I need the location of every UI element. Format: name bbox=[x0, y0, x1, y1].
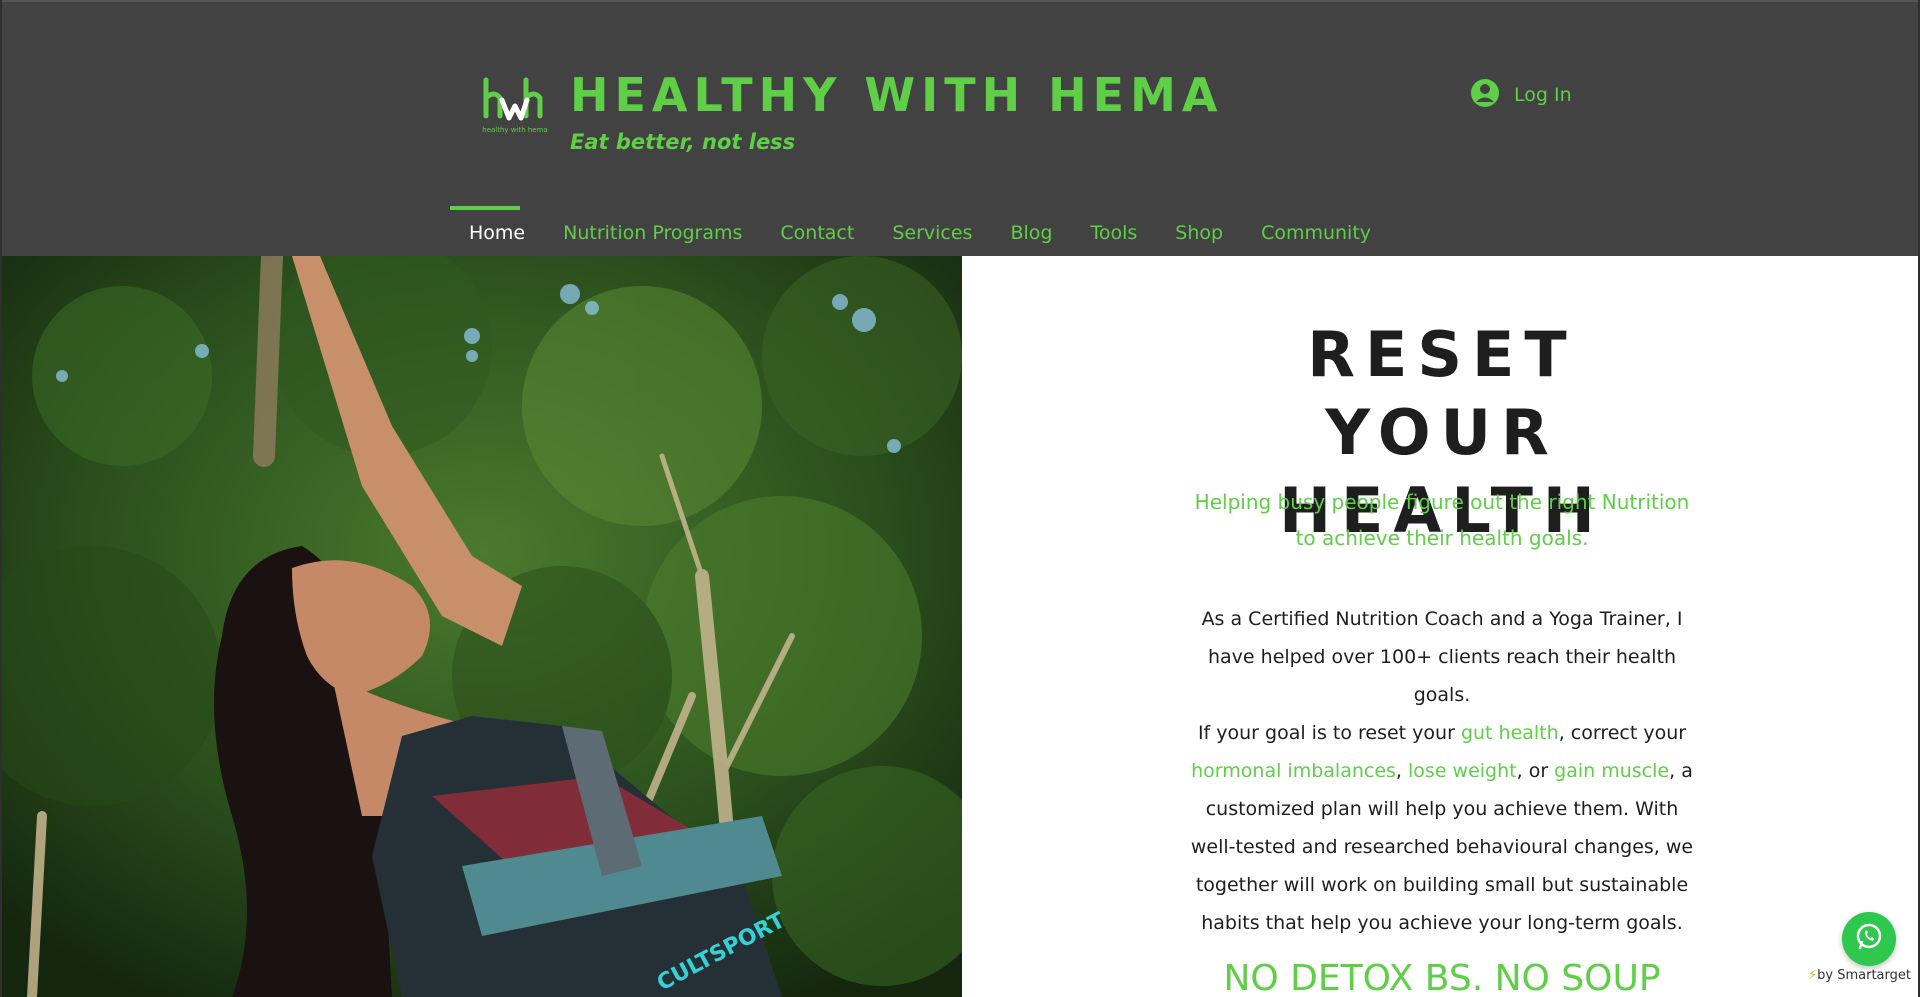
main-nav: Home Nutrition Programs Contact Services… bbox=[450, 206, 1390, 258]
logo-text: healthy with hema bbox=[482, 126, 547, 134]
nav-item-nutrition-programs[interactable]: Nutrition Programs bbox=[544, 206, 761, 258]
para2-prefix: If your goal is to reset your bbox=[1197, 722, 1461, 744]
para2-mid: , correct your bbox=[1558, 722, 1687, 744]
hero-content: RESET YOUR HEALTH Helping busy people fi… bbox=[962, 256, 1918, 997]
nav-item-tools[interactable]: Tools bbox=[1071, 206, 1156, 258]
nav-item-services[interactable]: Services bbox=[873, 206, 991, 258]
nav-item-community[interactable]: Community bbox=[1242, 206, 1390, 258]
gain-muscle-link[interactable]: gain muscle bbox=[1554, 760, 1669, 782]
site-header: healthy with hema HEALTHY WITH HEMA Eat … bbox=[2, 0, 1918, 258]
nav-item-contact[interactable]: Contact bbox=[761, 206, 873, 258]
smartarget-label: by Smartarget bbox=[1817, 968, 1911, 983]
gut-health-link[interactable]: gut health bbox=[1461, 722, 1559, 744]
login-button[interactable]: Log In bbox=[1470, 78, 1572, 112]
intro-paragraph-1: As a Certified Nutrition Coach and a Yog… bbox=[1201, 608, 1683, 706]
brand-logo[interactable]: healthy with hema bbox=[480, 76, 550, 138]
nav-item-shop[interactable]: Shop bbox=[1156, 206, 1242, 258]
bolt-icon: ⚡ bbox=[1808, 968, 1818, 983]
page: healthy with hema HEALTHY WITH HEMA Eat … bbox=[0, 0, 1920, 997]
para2-sep2: , or bbox=[1516, 760, 1555, 782]
user-avatar-icon bbox=[1470, 78, 1500, 112]
hero-image: CULTSPORT bbox=[2, 256, 962, 997]
whatsapp-button[interactable] bbox=[1842, 912, 1896, 966]
nav-item-blog[interactable]: Blog bbox=[991, 206, 1071, 258]
intro-text: As a Certified Nutrition Coach and a Yog… bbox=[1184, 600, 1700, 942]
hero-subtitle: Helping busy people figure out the right… bbox=[1194, 490, 1690, 550]
nav-item-home[interactable]: Home bbox=[450, 206, 544, 258]
smartarget-link[interactable]: ⚡by Smartarget bbox=[1808, 968, 1911, 983]
whatsapp-icon bbox=[1853, 921, 1885, 957]
para2-sep1: , bbox=[1395, 760, 1409, 782]
para2-suffix: , a customized plan will help you achiev… bbox=[1190, 760, 1694, 934]
intro-paragraph-2: If your goal is to reset your gut health… bbox=[1184, 714, 1700, 942]
brand-tagline: Eat better, not less bbox=[570, 130, 796, 154]
hormonal-imbalances-link[interactable]: hormonal imbalances bbox=[1191, 760, 1396, 782]
lose-weight-link[interactable]: lose weight bbox=[1408, 760, 1517, 782]
login-label: Log In bbox=[1514, 84, 1572, 106]
bottom-heading: NO DETOX BS. NO SOUP bbox=[1223, 958, 1661, 997]
brand-title[interactable]: HEALTHY WITH HEMA bbox=[570, 68, 1223, 122]
